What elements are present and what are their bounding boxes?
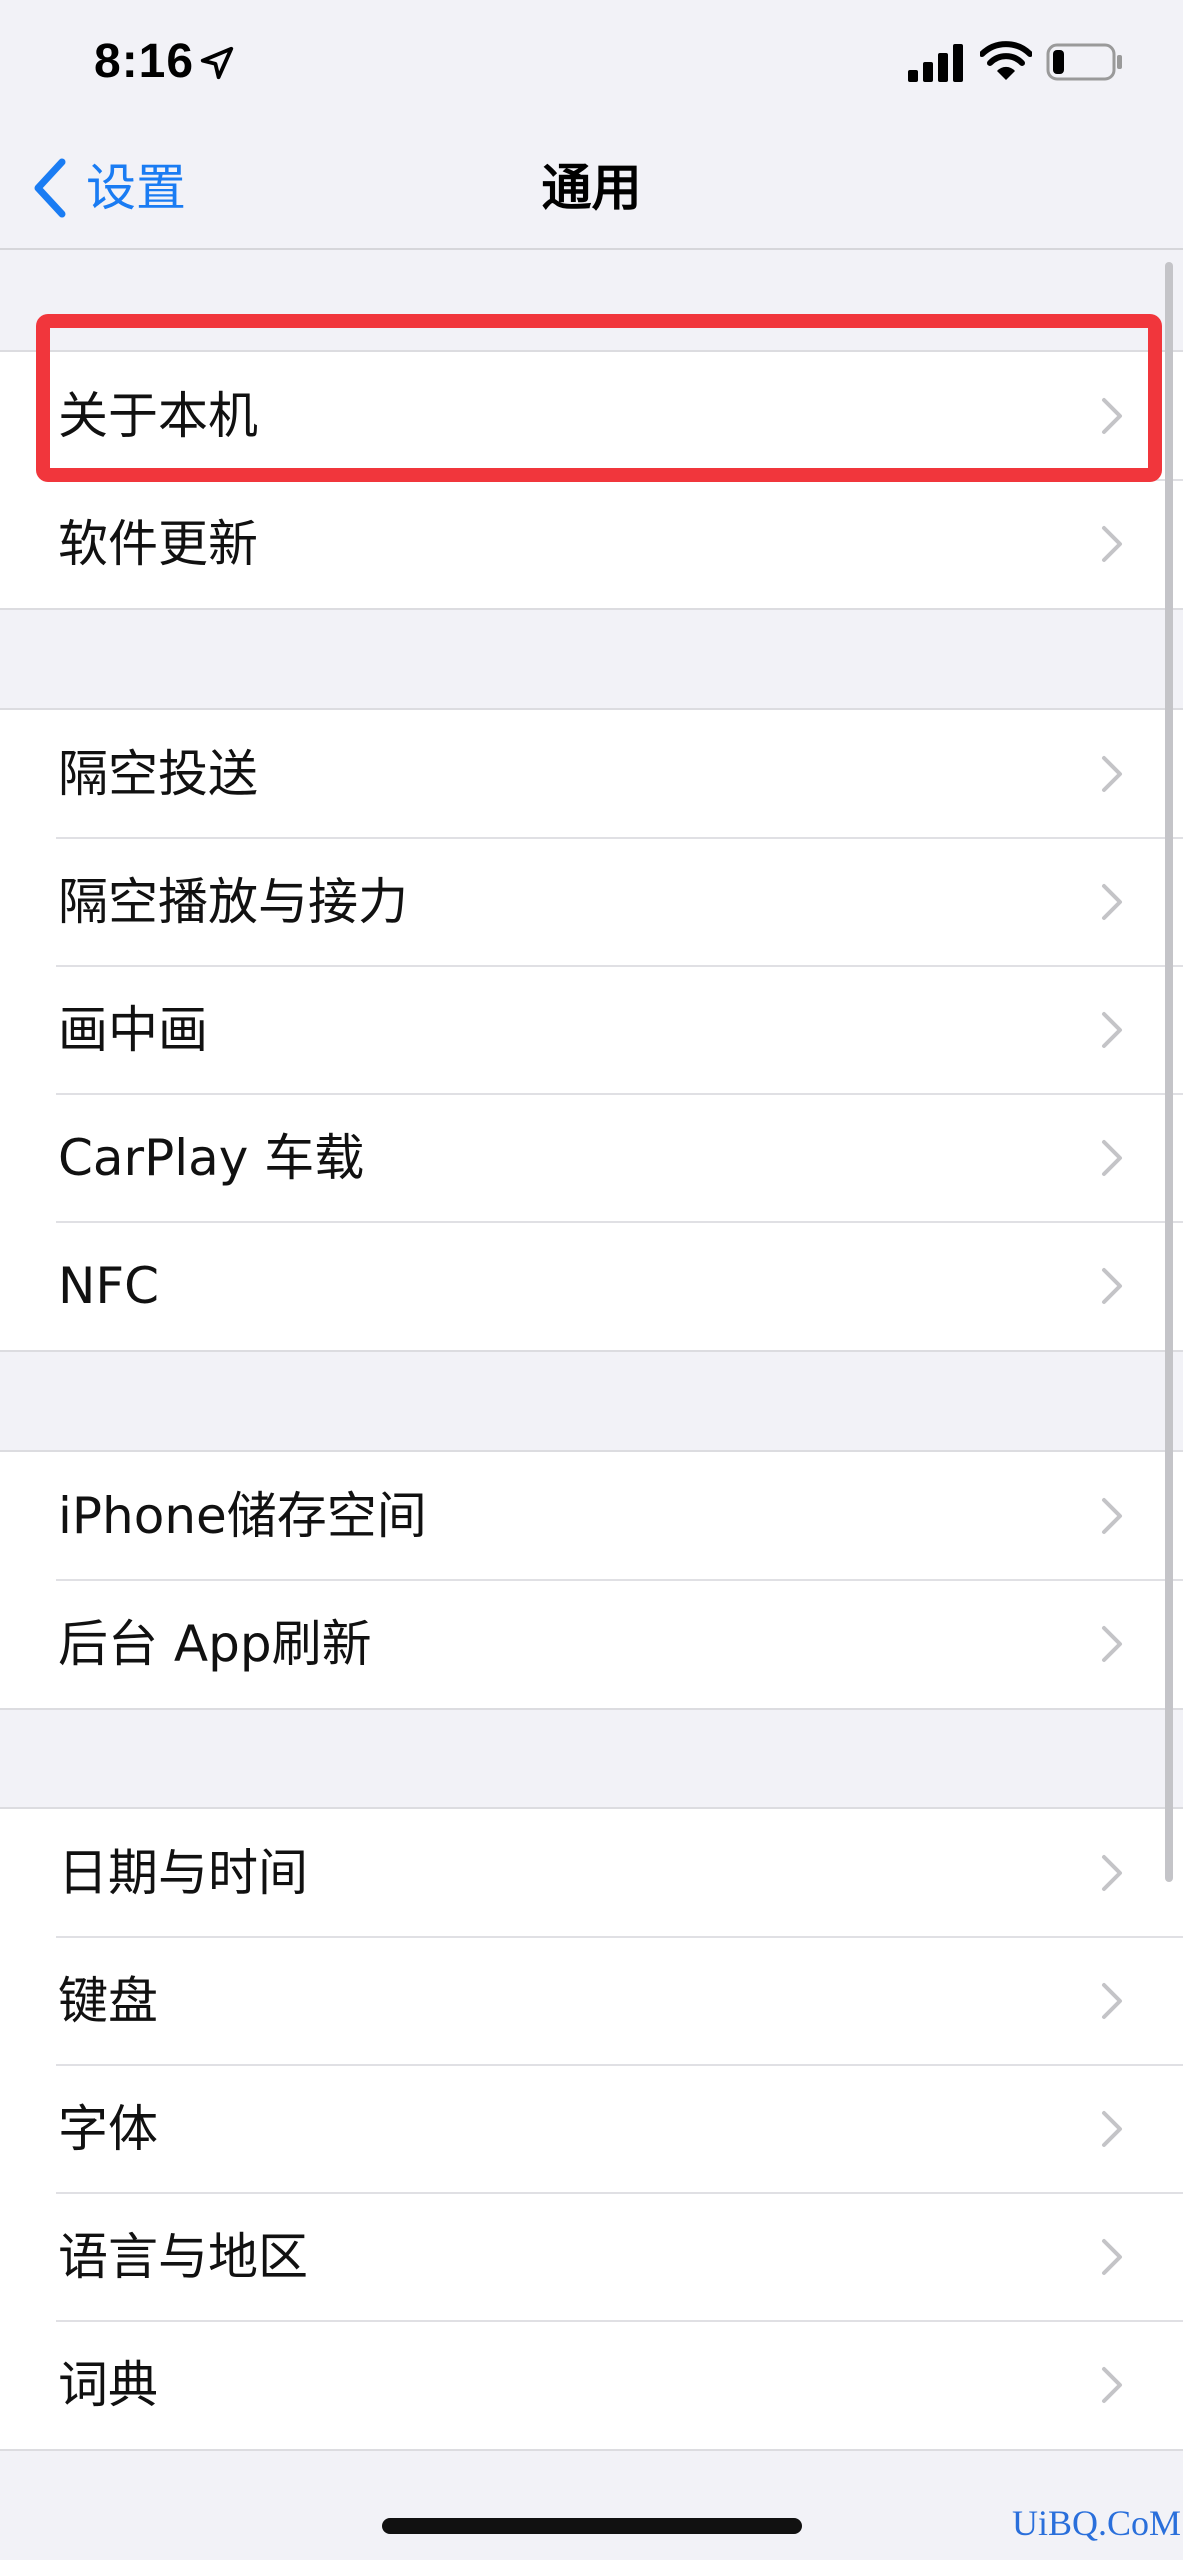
battery-icon <box>1046 43 1122 81</box>
list-item-iphone-storage[interactable]: iPhone储存空间 <box>0 1452 1183 1580</box>
chevron-right-icon <box>1102 1626 1122 1662</box>
list-item-airdrop[interactable]: 隔空投送 <box>0 710 1183 838</box>
list-item-label: 日期与时间 <box>58 1844 308 1902</box>
scroll-indicator[interactable] <box>1165 262 1173 1882</box>
list-item-keyboard[interactable]: 键盘 <box>0 1936 1183 2065</box>
chevron-right-icon <box>1102 2367 1122 2403</box>
chevron-right-icon <box>1102 1498 1122 1534</box>
chevron-right-icon <box>1102 2239 1122 2275</box>
chevron-right-icon <box>1102 1140 1122 1176</box>
settings-group-about: 关于本机 软件更新 <box>0 350 1183 610</box>
list-item-label: 字体 <box>58 2100 158 2158</box>
list-item-label: 后台 App刷新 <box>58 1615 372 1673</box>
list-item-about[interactable]: 关于本机 <box>0 352 1183 480</box>
list-item-carplay[interactable]: CarPlay 车载 <box>0 1093 1183 1222</box>
navigation-bar: 设置 通用 <box>0 130 1183 250</box>
list-item-software-update[interactable]: 软件更新 <box>0 479 1183 608</box>
page-title: 通用 <box>541 159 642 217</box>
chevron-right-icon <box>1102 1012 1122 1048</box>
chevron-right-icon <box>1102 1268 1122 1304</box>
settings-group-storage: iPhone储存空间 后台 App刷新 <box>0 1450 1183 1710</box>
list-item-date-time[interactable]: 日期与时间 <box>0 1809 1183 1937</box>
list-item-nfc[interactable]: NFC <box>0 1221 1183 1350</box>
chevron-right-icon <box>1102 398 1122 434</box>
chevron-right-icon <box>1102 884 1122 920</box>
list-item-label: 关于本机 <box>58 387 258 445</box>
list-item-picture-in-picture[interactable]: 画中画 <box>0 965 1183 1094</box>
chevron-right-icon <box>1102 526 1122 562</box>
list-item-background-app-refresh[interactable]: 后台 App刷新 <box>0 1579 1183 1708</box>
list-item-fonts[interactable]: 字体 <box>0 2064 1183 2193</box>
chevron-right-icon <box>1102 2111 1122 2147</box>
list-item-label: 语言与地区 <box>58 2228 308 2286</box>
chevron-right-icon <box>1102 1855 1122 1891</box>
watermark-text: UiBQ.CoM <box>1012 2503 1182 2543</box>
list-item-airplay-handoff[interactable]: 隔空播放与接力 <box>0 837 1183 966</box>
settings-group-connectivity: 隔空投送 隔空播放与接力 画中画 CarPlay 车载 NFC <box>0 708 1183 1352</box>
list-item-label: 画中画 <box>58 1001 208 1059</box>
list-item-label: CarPlay 车载 <box>58 1129 365 1187</box>
wifi-icon <box>980 41 1032 80</box>
list-item-language-region[interactable]: 语言与地区 <box>0 2192 1183 2321</box>
chevron-right-icon <box>1102 1983 1122 2019</box>
list-item-label: 隔空播放与接力 <box>58 873 408 931</box>
list-item-label: 隔空投送 <box>58 745 258 803</box>
settings-group-locale: 日期与时间 键盘 字体 语言与地区 词典 <box>0 1807 1183 2451</box>
status-time: 8:16 <box>94 35 195 88</box>
list-item-label: 软件更新 <box>58 515 258 573</box>
list-item-dictionary[interactable]: 词典 <box>0 2320 1183 2449</box>
list-item-label: 词典 <box>58 2356 158 2414</box>
list-item-label: iPhone储存空间 <box>58 1487 427 1545</box>
location-arrow-icon <box>200 46 234 80</box>
list-item-label: 键盘 <box>58 1972 158 2030</box>
cellular-signal-icon <box>908 44 963 82</box>
chevron-right-icon <box>1102 756 1122 792</box>
status-bar: 8:16 <box>0 0 1183 130</box>
list-item-label: NFC <box>58 1257 160 1315</box>
home-indicator[interactable] <box>382 2518 802 2534</box>
